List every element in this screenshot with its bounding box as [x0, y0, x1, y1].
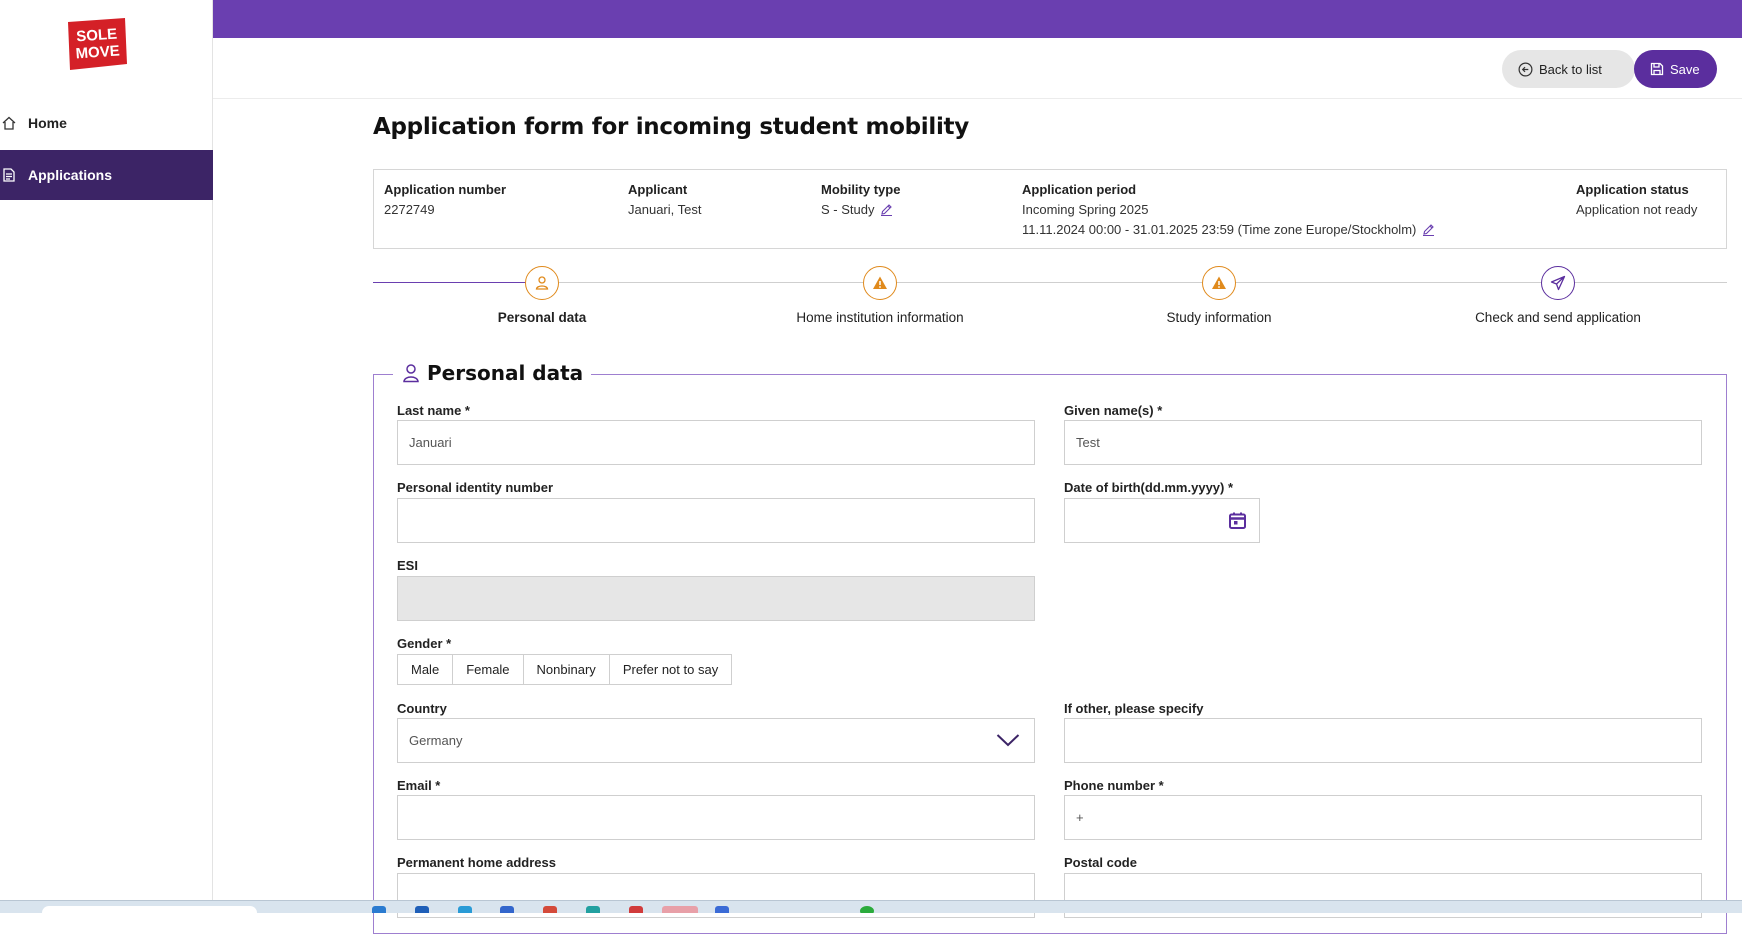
- os-taskbar: [0, 900, 1742, 913]
- send-icon: [1541, 266, 1575, 300]
- esi-label: ESI: [397, 558, 418, 573]
- other-specify-input[interactable]: [1064, 718, 1702, 763]
- summary-value: Januari, Test: [628, 202, 702, 217]
- given-names-input[interactable]: Test: [1064, 420, 1702, 465]
- step-label: Personal data: [497, 310, 587, 325]
- taskbar-app-icon[interactable]: [458, 906, 472, 913]
- step-label: Study information: [1166, 310, 1272, 325]
- country-selected-value: Germany: [409, 733, 463, 748]
- section-title: Personal data: [393, 361, 592, 385]
- calendar-icon[interactable]: [1228, 511, 1247, 533]
- edit-icon[interactable]: [1422, 222, 1435, 242]
- person-icon: [401, 363, 421, 383]
- home-icon: [2, 116, 16, 130]
- summary-mobility-type: Mobility type S - Study: [821, 180, 900, 222]
- summary-application-number: Application number 2272749: [384, 180, 506, 220]
- sidebar: SOLE MOVE Home Applications: [0, 0, 213, 900]
- esi-input: [397, 576, 1035, 621]
- gender-option-female[interactable]: Female: [452, 654, 524, 685]
- taskbar-app-icon[interactable]: [500, 906, 514, 913]
- gender-label: Gender *: [397, 636, 452, 651]
- taskbar-search[interactable]: [42, 906, 257, 913]
- taskbar-app-icon[interactable]: [662, 906, 698, 913]
- email-input[interactable]: [397, 795, 1035, 840]
- summary-label: Applicant: [628, 182, 688, 197]
- gender-option-male[interactable]: Male: [397, 654, 454, 685]
- postal-code-label: Postal code: [1064, 855, 1137, 870]
- floppy-disk-icon: [1650, 62, 1664, 76]
- step-personal-data[interactable]: Personal data: [417, 266, 667, 325]
- summary-label: Mobility type: [821, 182, 901, 197]
- sidebar-item-applications[interactable]: Applications: [0, 150, 213, 200]
- sidebar-item-label: Applications: [28, 167, 113, 183]
- step-home-institution[interactable]: Home institution information: [755, 266, 1005, 325]
- summary-label: Application number: [384, 182, 507, 197]
- svg-text:MOVE: MOVE: [75, 42, 120, 62]
- home-address-label: Permanent home address: [397, 855, 556, 870]
- step-label: Check and send application: [1475, 310, 1641, 325]
- personal-id-label: Personal identity number: [397, 480, 554, 495]
- last-name-label: Last name *: [397, 403, 470, 418]
- summary-value: 2272749: [384, 202, 435, 217]
- sidebar-item-label: Home: [28, 115, 67, 131]
- personal-id-input[interactable]: [397, 498, 1035, 543]
- email-label: Email *: [397, 778, 441, 793]
- summary-value: Incoming Spring 2025: [1022, 202, 1149, 217]
- other-specify-label: If other, please specify: [1064, 701, 1204, 716]
- application-summary: Application number 2272749 Applicant Jan…: [373, 169, 1727, 249]
- country-select[interactable]: Germany: [397, 718, 1035, 763]
- progress-stepper: Personal data Home institution informati…: [373, 266, 1727, 326]
- phone-label: Phone number *: [1064, 778, 1164, 793]
- date-of-birth-label: Date of birth(dd.mm.yyyy) *: [1064, 480, 1234, 495]
- summary-applicant: Applicant Januari, Test: [628, 180, 701, 220]
- gender-option-nonbinary[interactable]: Nonbinary: [522, 654, 610, 685]
- step-label: Home institution information: [796, 310, 964, 325]
- person-icon: [525, 266, 559, 300]
- taskbar-app-icon[interactable]: [543, 906, 557, 913]
- step-check-and-send[interactable]: Check and send application: [1433, 266, 1683, 325]
- back-to-list-button[interactable]: Back to list: [1502, 50, 1635, 88]
- warning-icon: [863, 266, 897, 300]
- chevron-down-icon: [996, 733, 1020, 750]
- summary-label: Application period: [1022, 182, 1137, 197]
- sidebar-item-home[interactable]: Home: [0, 98, 213, 148]
- taskbar-app-icon[interactable]: [629, 906, 643, 913]
- edit-icon[interactable]: [880, 202, 893, 222]
- save-button[interactable]: Save: [1634, 50, 1717, 88]
- arrow-left-circle-icon: [1518, 62, 1533, 77]
- taskbar-app-icon[interactable]: [372, 906, 386, 913]
- given-names-label: Given name(s) *: [1064, 403, 1163, 418]
- taskbar-app-icon[interactable]: [715, 906, 729, 913]
- save-label: Save: [1670, 61, 1700, 77]
- phone-input[interactable]: +: [1064, 795, 1702, 840]
- taskbar-app-icon[interactable]: [586, 906, 600, 913]
- last-name-input[interactable]: Januari: [397, 420, 1035, 465]
- section-title-text: Personal data: [427, 361, 584, 385]
- warning-icon: [1202, 266, 1236, 300]
- taskbar-app-icon[interactable]: [415, 906, 429, 913]
- action-bar: Back to list Save: [213, 38, 1742, 99]
- step-study-information[interactable]: Study information: [1094, 266, 1344, 325]
- country-label: Country: [397, 701, 447, 716]
- taskbar-app-icon[interactable]: [860, 906, 874, 913]
- sole-move-logo[interactable]: SOLE MOVE: [68, 18, 127, 70]
- gender-toggle-group: Male Female Nonbinary Prefer not to say: [397, 654, 733, 685]
- back-to-list-label: Back to list: [1539, 61, 1602, 77]
- date-of-birth-input[interactable]: [1064, 498, 1260, 543]
- summary-application-period: Application period Incoming Spring 2025 …: [1022, 180, 1435, 242]
- gender-option-prefer-not-to-say[interactable]: Prefer not to say: [608, 654, 733, 685]
- summary-value: Application not ready: [1576, 202, 1698, 217]
- document-icon: [2, 168, 16, 182]
- top-banner: [213, 0, 1742, 38]
- summary-value: S - Study: [821, 202, 875, 217]
- summary-application-status: Application status Application not ready: [1576, 180, 1697, 220]
- page-title: Application form for incoming student mo…: [373, 114, 969, 140]
- summary-period-range: 11.11.2024 00:00 - 31.01.2025 23:59 (Tim…: [1022, 222, 1417, 237]
- summary-label: Application status: [1576, 182, 1689, 197]
